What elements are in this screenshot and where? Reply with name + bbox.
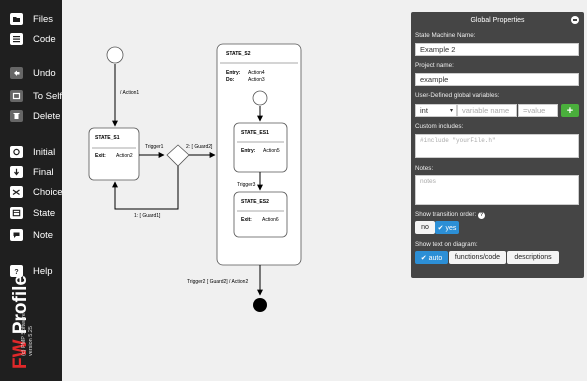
state-es2-exit-value: Action6: [262, 217, 279, 223]
state-es1-entry-value: Action5: [263, 148, 280, 154]
list-icon: [10, 33, 23, 45]
state-es2-title: STATE_ES2: [241, 199, 269, 205]
transition-label-action1: / Action1: [120, 90, 139, 96]
state-s1-title: STATE_S1: [95, 135, 120, 141]
sidebar-item-label: Code: [33, 33, 56, 45]
initial-state-icon: [10, 146, 23, 158]
sidebar-item-label: Final: [33, 166, 54, 178]
var-type-value: int: [420, 106, 428, 115]
state-s2-do-label: Do:: [226, 77, 235, 83]
brand: FW Profile (c) PMP Software version 5.25: [4, 265, 58, 375]
sidebar-item-final[interactable]: Final: [0, 162, 62, 182]
sidebar-item-undo[interactable]: Undo: [0, 63, 62, 83]
text-auto-button[interactable]: ✔ auto: [415, 251, 448, 264]
collapse-icon[interactable]: [571, 16, 579, 24]
sidebar-item-label: Choice: [33, 186, 63, 198]
sidebar-item-label: Delete: [33, 110, 61, 122]
sidebar-item-note[interactable]: Note: [0, 225, 62, 245]
state-s2-entry-label: Entry:: [226, 70, 241, 76]
custom-includes-textarea[interactable]: #include "yourFile.h": [415, 134, 579, 158]
sidebar-item-label: Undo: [33, 67, 56, 79]
sidebar-item-code[interactable]: Code: [0, 29, 62, 49]
help-icon[interactable]: ?: [478, 212, 486, 219]
sidebar-item-label: To Self: [33, 90, 63, 102]
sidebar-item-label: Note: [33, 229, 54, 241]
state-s2-entry-value: Action4: [248, 70, 265, 76]
transition-label-trigger2: Trigger2 [ Guard2] / Action2: [187, 279, 248, 285]
sm-name-input[interactable]: Example 2: [415, 43, 579, 56]
sidebar-item-to-self[interactable]: To Self: [0, 86, 62, 106]
final-state[interactable]: [253, 298, 267, 312]
notes-label: Notes:: [415, 165, 434, 172]
transition-label-guard2: 2: [ Guard2]: [186, 144, 213, 150]
order-yes-button[interactable]: ✔ yes: [435, 221, 459, 234]
transition-order-label: Show transition order: ?: [415, 211, 486, 219]
transition-label-guard1: 1: [ Guard1]: [134, 213, 161, 219]
version-text: version 5.25: [28, 326, 34, 356]
global-properties-panel: Global Properties State Machine Name: Ex…: [411, 12, 584, 278]
trash-icon: [10, 110, 23, 122]
sidebar-item-label: Initial: [33, 146, 56, 158]
brand-version-info: (c) PMP Software version 5.25: [21, 276, 35, 356]
sidebar-item-choice[interactable]: Choice: [0, 182, 63, 202]
custom-includes-label: Custom includes:: [415, 123, 464, 130]
project-name-label: Project name:: [415, 62, 454, 69]
order-no-button[interactable]: no: [415, 221, 435, 234]
sidebar-item-initial[interactable]: Initial: [0, 142, 62, 162]
nested-initial-state[interactable]: [252, 90, 268, 106]
state-es1-entry-label: Entry:: [241, 148, 256, 154]
state-es2[interactable]: STATE_ES2 Exit: Action6: [233, 191, 288, 238]
sidebar-item-label: State: [33, 207, 56, 219]
final-state-icon: [10, 166, 23, 178]
folder-icon: [10, 13, 23, 25]
sidebar-item-label: Files: [33, 13, 54, 25]
state-es1[interactable]: STATE_ES1 Entry: Action5: [233, 122, 288, 173]
state-s1-exit-label: Exit:: [95, 153, 106, 159]
add-variable-button[interactable]: +: [561, 104, 579, 117]
state-s2-do-value: Action3: [248, 77, 265, 83]
sm-name-label: State Machine Name:: [415, 32, 476, 39]
transition-label-trigger1: Trigger1: [145, 144, 164, 150]
var-value-input[interactable]: =value: [518, 104, 558, 117]
notes-textarea[interactable]: notes: [415, 175, 579, 205]
initial-state[interactable]: [106, 46, 124, 64]
state-es2-exit-label: Exit:: [241, 217, 252, 223]
global-vars-label: User-Defined global variables:: [415, 92, 500, 99]
sidebar: Files Code Undo To Self Delete Initial F…: [0, 0, 63, 381]
text-descriptions-button[interactable]: descriptions: [507, 251, 559, 264]
panel-header: Global Properties: [411, 12, 584, 28]
state-icon: [10, 207, 23, 219]
note-icon: [10, 229, 23, 241]
state-s2-title: STATE_S2: [226, 51, 251, 57]
sidebar-item-delete[interactable]: Delete: [0, 106, 62, 126]
sidebar-item-state[interactable]: State: [0, 203, 62, 223]
undo-icon: [10, 67, 23, 79]
panel-title: Global Properties: [470, 16, 525, 24]
state-s1-exit-value: Action2: [116, 153, 133, 159]
sidebar-item-files[interactable]: Files: [0, 9, 62, 29]
state-es1-title: STATE_ES1: [241, 130, 269, 136]
shuffle-icon: [10, 186, 23, 198]
text-functions-button[interactable]: functions/code: [449, 251, 506, 264]
chevron-down-icon: ▾: [449, 108, 453, 114]
transition-label-trigger3: Trigger3: [237, 182, 256, 188]
show-text-label: Show text on diagram:: [415, 241, 478, 248]
var-type-select[interactable]: int ▾: [415, 104, 457, 117]
var-name-input[interactable]: variable name: [457, 104, 517, 117]
project-name-input[interactable]: example: [415, 73, 579, 86]
company-text: (c) PMP Software: [21, 313, 27, 356]
self-loop-icon: [10, 90, 23, 102]
state-s1[interactable]: STATE_S1 Exit: Action2: [88, 127, 140, 181]
